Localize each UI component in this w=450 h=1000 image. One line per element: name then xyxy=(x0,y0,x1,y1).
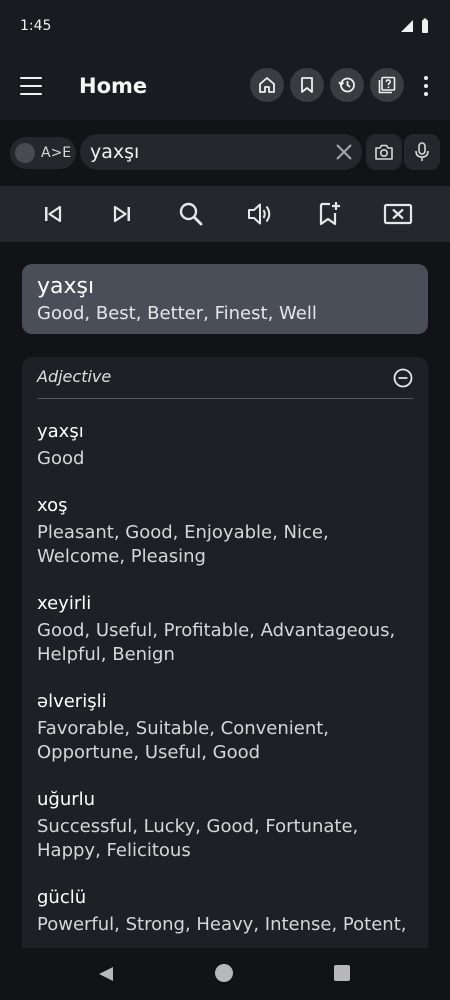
entry-word: güclü xyxy=(37,887,87,908)
main-result-translation: Good, Best, Better, Finest, Well xyxy=(37,303,317,324)
bookmarks-button[interactable] xyxy=(290,68,324,102)
entry-translation: Powerful, Strong, Heavy, Intense, Potent… xyxy=(37,914,407,935)
menu-icon-line xyxy=(20,93,42,95)
main-result-word: yaxşı xyxy=(37,274,95,299)
direction-label: A>E xyxy=(41,145,72,161)
top-actions xyxy=(250,68,404,102)
toggle-knob xyxy=(15,143,35,163)
search-button[interactable] xyxy=(173,196,209,232)
adjective-section: Adjective yaxşı Good xoş Pleasant, Good,… xyxy=(22,357,428,957)
camera-icon xyxy=(375,144,393,160)
minus-circle-icon xyxy=(393,368,413,388)
list-item[interactable]: uğurlu Successful, Lucky, Good, Fortunat… xyxy=(37,789,413,863)
list-item[interactable]: xeyirli Good, Useful, Profitable, Advant… xyxy=(37,593,413,667)
list-item[interactable]: əlverişli Favorable, Suitable, Convenien… xyxy=(37,691,413,765)
search-box xyxy=(80,134,362,170)
history-icon xyxy=(338,77,355,93)
status-icons xyxy=(400,18,430,34)
section-divider xyxy=(37,398,413,399)
menu-icon-line xyxy=(20,77,42,79)
status-time: 1:45 xyxy=(20,18,52,34)
system-nav-bar xyxy=(0,948,450,1000)
entry-list: yaxşı Good xoş Pleasant, Good, Enjoyable… xyxy=(22,401,428,937)
list-item[interactable]: xoş Pleasant, Good, Enjoyable, Nice, Wel… xyxy=(37,495,413,569)
main-result-card[interactable]: yaxşı Good, Best, Better, Finest, Well xyxy=(22,264,428,334)
entry-translation: Good xyxy=(37,448,85,469)
battery-icon xyxy=(422,18,428,33)
section-header: Adjective xyxy=(22,357,428,401)
volume-icon xyxy=(247,203,270,225)
clear-box-icon xyxy=(383,203,412,225)
entry-word: uğurlu xyxy=(37,789,96,810)
add-bookmark-button[interactable] xyxy=(311,196,347,232)
skip-previous-icon xyxy=(44,205,61,223)
quiz-button[interactable] xyxy=(370,68,404,102)
voice-button[interactable] xyxy=(404,134,440,170)
status-bar: 1:45 xyxy=(0,0,450,52)
clear-all-button[interactable] xyxy=(380,196,416,232)
page-title: Home xyxy=(79,74,148,98)
speak-button[interactable] xyxy=(242,196,278,232)
search-icon xyxy=(179,202,202,226)
bookmark-icon xyxy=(301,77,313,93)
signal-icon xyxy=(401,20,413,32)
entry-translation: Successful, Lucky, Good, Fortunate, Happ… xyxy=(37,816,359,861)
collapse-button[interactable] xyxy=(392,367,414,389)
more-vert-icon[interactable] xyxy=(416,74,436,98)
home-icon xyxy=(259,77,275,93)
list-item[interactable]: güclü Powerful, Strong, Heavy, Intense, … xyxy=(37,887,413,937)
entry-word: xoş xyxy=(37,495,68,516)
camera-button[interactable] xyxy=(366,134,402,170)
entry-translation: Pleasant, Good, Enjoyable, Nice, Welcome… xyxy=(37,522,329,567)
search-input[interactable] xyxy=(90,138,330,166)
menu-icon-line xyxy=(20,85,42,87)
menu-button[interactable] xyxy=(18,74,44,98)
recents-icon[interactable] xyxy=(334,965,350,981)
entry-translation: Good, Useful, Profitable, Advantageous, … xyxy=(37,620,396,665)
search-row: A>E xyxy=(0,120,450,186)
home-button[interactable] xyxy=(250,68,284,102)
entry-word: əlverişli xyxy=(37,691,107,712)
entry-word: xeyirli xyxy=(37,593,92,614)
list-item[interactable]: yaxşı Good xyxy=(37,421,413,471)
app-bar: Home xyxy=(0,52,450,120)
bookmark-add-icon xyxy=(319,202,340,226)
entry-word: yaxşı xyxy=(37,421,84,442)
toolbar xyxy=(0,186,450,242)
section-title: Adjective xyxy=(37,367,112,386)
home-nav-icon[interactable] xyxy=(215,964,233,982)
history-button[interactable] xyxy=(330,68,364,102)
next-button[interactable] xyxy=(104,196,140,232)
previous-button[interactable] xyxy=(35,196,71,232)
back-icon[interactable] xyxy=(97,965,115,983)
direction-toggle[interactable]: A>E xyxy=(10,137,76,169)
skip-next-icon xyxy=(113,205,130,223)
entry-translation: Favorable, Suitable, Convenient, Opportu… xyxy=(37,718,330,763)
clear-button[interactable] xyxy=(332,140,356,164)
mic-icon xyxy=(415,142,429,161)
close-icon xyxy=(336,144,352,160)
quiz-icon xyxy=(378,76,396,94)
